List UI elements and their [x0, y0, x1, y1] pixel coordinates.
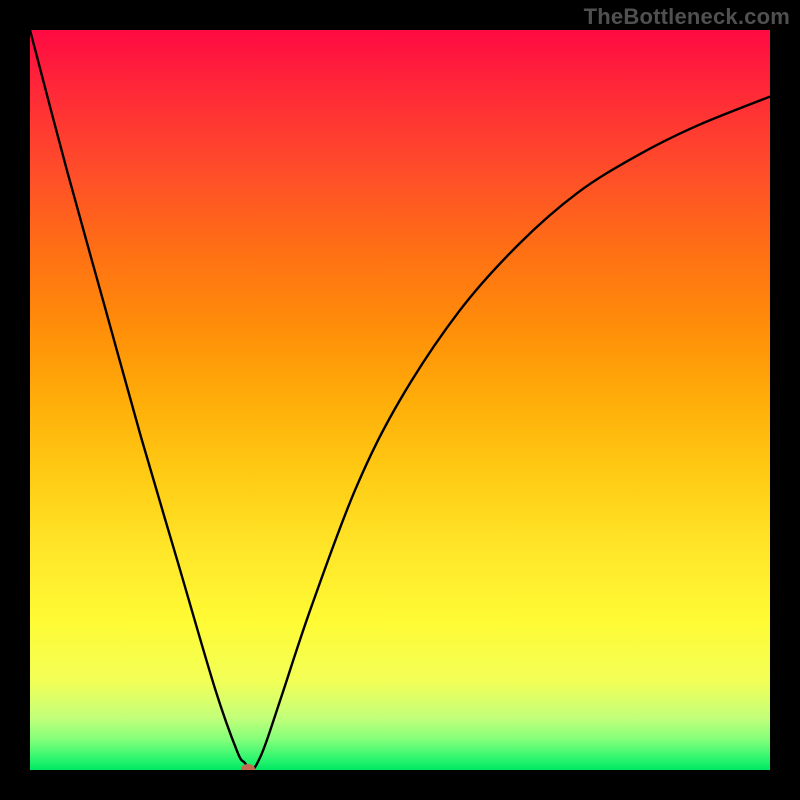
chart-frame: TheBottleneck.com: [0, 0, 800, 800]
chart-svg: [30, 30, 770, 770]
minimum-marker: [241, 764, 255, 770]
watermark-text: TheBottleneck.com: [584, 4, 790, 30]
plot-area: [30, 30, 770, 770]
